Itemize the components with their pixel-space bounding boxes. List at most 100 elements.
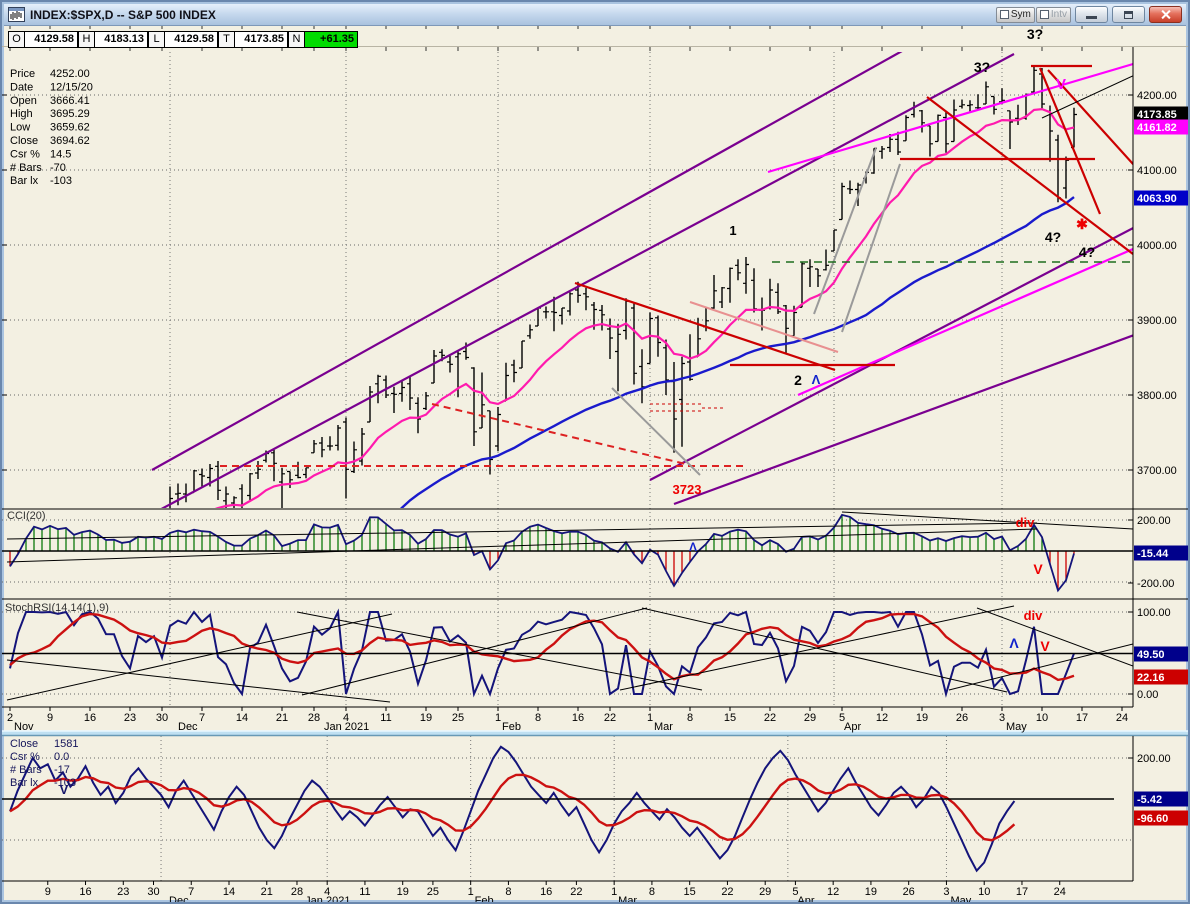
svg-text:Mar: Mar xyxy=(654,721,673,733)
svg-text:3700.00: 3700.00 xyxy=(1137,465,1177,477)
svg-text:Csr %: Csr % xyxy=(10,751,40,763)
intv-button-label: Intv xyxy=(1050,9,1067,20)
svg-text:100.00: 100.00 xyxy=(1137,607,1171,619)
close-button[interactable] xyxy=(1149,6,1182,23)
svg-text:7: 7 xyxy=(188,886,194,898)
svg-text:2: 2 xyxy=(7,712,13,724)
svg-text:Λ: Λ xyxy=(1009,635,1019,651)
svg-text:4063.90: 4063.90 xyxy=(1137,193,1177,205)
svg-text:Bar lx: Bar lx xyxy=(10,175,39,187)
svg-text:Feb: Feb xyxy=(502,721,521,733)
svg-text:16: 16 xyxy=(540,886,552,898)
quote-bar: O 4129.58 H 4183.13 L 4129.58 T 4173.85 … xyxy=(8,31,358,48)
svg-text:19: 19 xyxy=(865,886,877,898)
restore-icon xyxy=(1124,10,1133,19)
svg-text:2: 2 xyxy=(794,372,802,388)
svg-text:Dec: Dec xyxy=(169,895,189,904)
x-axis-main: 2 9 16 23 30 7 14 21 28 4 11 19 25 1 8 16 22 1 8 15 22 29 5 12 1… xyxy=(7,25,1128,733)
price-pane xyxy=(169,66,1077,508)
restore-button[interactable] xyxy=(1112,6,1145,23)
svg-text:High: High xyxy=(10,108,33,120)
svg-text:div: div xyxy=(1024,608,1044,623)
svg-text:200.00: 200.00 xyxy=(1137,753,1171,765)
svg-text:4252.00: 4252.00 xyxy=(50,68,90,80)
svg-text:Jan 2021: Jan 2021 xyxy=(305,895,350,904)
svg-text:4100.00: 4100.00 xyxy=(1137,165,1177,177)
svg-text:4?: 4? xyxy=(1045,229,1061,245)
svg-text:15: 15 xyxy=(724,712,736,724)
info-panel: Price 4252.00 Date 12/15/20 Open 3666.41 High 3… xyxy=(10,68,93,187)
svg-text:Bar lx: Bar lx xyxy=(10,777,39,789)
svg-text:21: 21 xyxy=(276,712,288,724)
svg-text:# Bars: # Bars xyxy=(10,764,42,776)
svg-text:1: 1 xyxy=(611,886,617,898)
minimize-icon xyxy=(1086,16,1097,19)
sym-button-label: Sym xyxy=(1010,9,1031,20)
svg-text:22.16: 22.16 xyxy=(1137,672,1165,684)
svg-text:24: 24 xyxy=(1054,886,1066,898)
sym-button[interactable]: Sym xyxy=(995,6,1035,23)
grid-layer xyxy=(2,52,1133,881)
svg-text:Nov: Nov xyxy=(14,721,34,733)
svg-text:14.5: 14.5 xyxy=(50,148,71,160)
svg-text:23: 23 xyxy=(124,712,136,724)
svg-text:1: 1 xyxy=(647,712,653,724)
svg-text:25: 25 xyxy=(452,712,464,724)
svg-text:19: 19 xyxy=(397,886,409,898)
svg-text:1581: 1581 xyxy=(54,738,78,750)
quote-last-value: 4173.85 xyxy=(235,31,288,48)
svg-text:Close: Close xyxy=(10,738,38,750)
svg-text:div: div xyxy=(1016,515,1036,530)
chart-canvas[interactable]: 2 9 16 23 30 7 14 21 28 4 11 19 25 1 8 16 22 1 8 15 22 29 5 12 1… xyxy=(2,2,1190,904)
svg-text:-15.44: -15.44 xyxy=(1137,548,1169,560)
quote-low-value: 4129.58 xyxy=(165,31,218,48)
svg-text:Date: Date xyxy=(10,81,33,93)
svg-text:-96.60: -96.60 xyxy=(1137,813,1168,825)
svg-text:23: 23 xyxy=(117,886,129,898)
svg-text:Λ: Λ xyxy=(689,540,697,554)
svg-text:Low: Low xyxy=(10,122,30,134)
svg-text:0.00: 0.00 xyxy=(1137,689,1158,701)
svg-text:10: 10 xyxy=(978,886,990,898)
svg-text:30: 30 xyxy=(147,886,159,898)
svg-text:3900.00: 3900.00 xyxy=(1137,315,1177,327)
quote-open-value: 4129.58 xyxy=(25,31,78,48)
svg-text:May: May xyxy=(950,895,971,904)
quote-low-label: L xyxy=(148,31,165,48)
svg-text:-17: -17 xyxy=(54,764,70,776)
svg-text:28: 28 xyxy=(308,712,320,724)
svg-text:11: 11 xyxy=(380,712,391,724)
trendlines-main[interactable] xyxy=(151,22,1142,514)
svg-text:Feb: Feb xyxy=(475,895,494,904)
svg-text:Dec: Dec xyxy=(178,721,198,733)
svg-text:11: 11 xyxy=(359,886,370,898)
svg-text:22: 22 xyxy=(721,886,733,898)
quote-high-label: H xyxy=(78,31,95,48)
quote-open-label: O xyxy=(8,31,25,48)
minimize-button[interactable] xyxy=(1075,6,1108,23)
svg-text:4000.00: 4000.00 xyxy=(1137,240,1177,252)
svg-text:Apr: Apr xyxy=(797,895,814,904)
svg-text:3: 3 xyxy=(943,886,949,898)
svg-text:9: 9 xyxy=(45,886,51,898)
svg-text:3?: 3? xyxy=(974,59,990,75)
svg-text:V: V xyxy=(1033,561,1043,577)
quote-net-label: N xyxy=(288,31,305,48)
svg-text:-200.00: -200.00 xyxy=(1137,578,1174,590)
svg-text:Λ: Λ xyxy=(812,372,821,387)
svg-text:V: V xyxy=(1056,76,1066,93)
svg-text:8: 8 xyxy=(649,886,655,898)
chart-annotations[interactable]: 12 Λ3?3?V✱4?4?3723divVΛdivΛ VV xyxy=(60,26,1096,797)
intv-button[interactable]: Intv xyxy=(1035,6,1071,23)
svg-text:16: 16 xyxy=(79,886,91,898)
svg-text:14: 14 xyxy=(223,886,235,898)
svg-text:3695.29: 3695.29 xyxy=(50,108,90,120)
svg-text:10: 10 xyxy=(1036,712,1048,724)
title-bar[interactable]: INDEX:$SPX,D -- S&P 500 INDEX Sym Intv xyxy=(4,4,1186,26)
svg-text:16: 16 xyxy=(572,712,584,724)
svg-text:14: 14 xyxy=(236,712,248,724)
svg-text:28: 28 xyxy=(291,886,303,898)
sym-icon xyxy=(999,10,1009,19)
svg-text:3666.41: 3666.41 xyxy=(50,95,90,107)
svg-text:49.50: 49.50 xyxy=(1137,649,1165,661)
